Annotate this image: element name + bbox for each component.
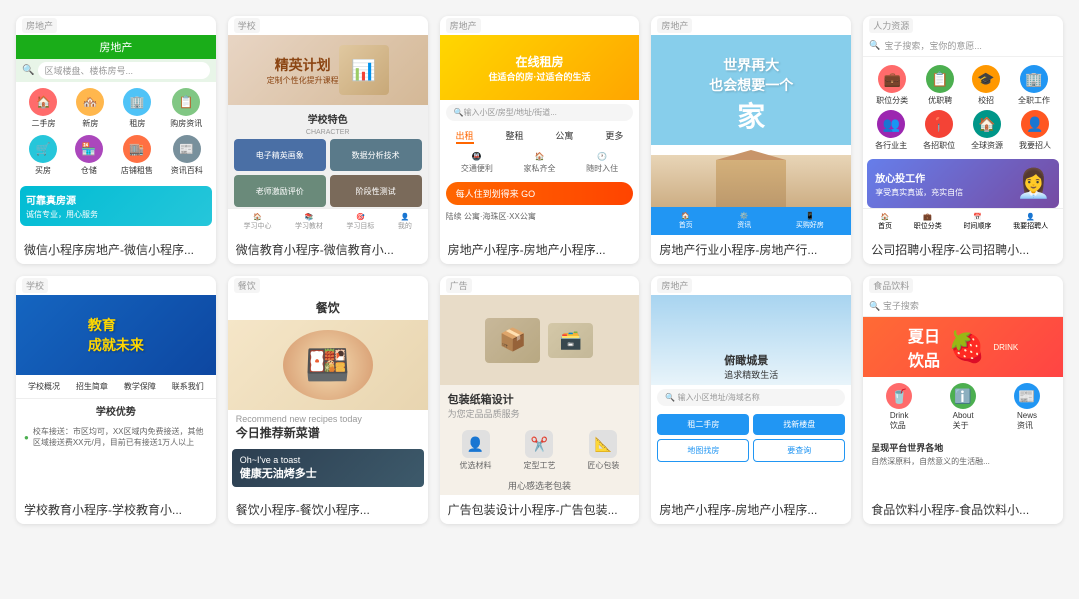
card-tag-4: 房地产: [651, 16, 851, 35]
card2-label: 微信教育小程序-微信教育小...: [228, 235, 428, 264]
app3-tabs: 出租 整租 公寓 更多: [440, 125, 640, 148]
app6-hero: 教育成就未来: [16, 295, 216, 375]
app10-hero: 夏日饮品 🍓 DRINK: [863, 317, 1063, 377]
app5-banner: 放心投工作 享受真实真诚，充实自信 👩‍💼: [867, 159, 1059, 208]
card5-label: 公司招聘小程序-公司招聘小...: [863, 235, 1063, 264]
app3-search: 🔍 输入小区/房型/地址/街道...: [446, 104, 634, 121]
app1-icon-info: 📋: [172, 88, 200, 116]
app9-btns: 租二手房 找新楼盘: [651, 410, 851, 439]
app5-icons2: 👥 各行业主 📍 各招职位 🏠 全球资源 👤 我要招人: [863, 110, 1063, 155]
card-tag-1: 房地产: [16, 16, 216, 35]
card-food-drink-1[interactable]: 食品饮料 🔍 宝子搜索 夏日饮品 🍓 DRINK 🥤 Drink饮品 ℹ️ Ab…: [863, 276, 1063, 524]
app1-icon-news: 📰: [173, 135, 201, 163]
app7-toast: Oh~I've a toast 健康无油烤多士: [232, 449, 424, 487]
app5-header: 🔍 宝子搜索，宝你的意愿...: [863, 35, 1063, 57]
app3-hero: 在线租房 住适合的房·过适合的生活: [440, 35, 640, 100]
card-hr-1[interactable]: 人力资源 🔍 宝子搜索，宝你的意愿... 💼 职位分类 📋 优职聘 🎓 校招: [863, 16, 1063, 264]
card-tag-2: 学校: [228, 16, 428, 35]
app3-features: 🚇交通便利 🏠家私齐全 🕐随时入住: [440, 148, 640, 178]
app5-icons1: 💼 职位分类 📋 优职聘 🎓 校招 🏢 全职工作: [863, 57, 1063, 110]
app8-title: 包装纸箱设计为您定品品质服务: [440, 385, 640, 426]
app3-cta: 每人住到划得来 GO: [446, 182, 634, 205]
app1-icons2: 🛒 买房 🏪 仓储 🏬 店铺租售 📰 资讯百科: [16, 135, 216, 182]
app9-hero: 俯瞰城景追求精致生活: [651, 295, 851, 385]
app3-listings: 陆续 公寓·海珠区·XX公寓: [440, 209, 640, 224]
app6-adv: ● 校车接送：市区均可，XX区域内免费接送，其他区域接送费XX元/月，目前已有接…: [16, 422, 216, 452]
app1-icon-buy: 🛒: [29, 135, 57, 163]
app1-icon-new: 🏘️: [76, 88, 104, 116]
card8-label: 广告包装设计小程序-广告包装...: [440, 495, 640, 524]
app4-bottom-nav: 🏠首页 ⚙️资讯 📱买购好房: [651, 207, 851, 235]
card9-label: 房地产小程序-房地产小程序...: [651, 495, 851, 524]
card7-label: 餐饮小程序-餐饮小程序...: [228, 495, 428, 524]
card-tag-7: 餐饮: [228, 276, 428, 295]
app6-section: 学校优势: [16, 399, 216, 422]
card-tag-10: 食品饮料: [863, 276, 1063, 295]
app9-btns2: 地图找房 要查询: [651, 439, 851, 466]
app10-icons: 🥤 Drink饮品 ℹ️ About关于 📰 News资讯: [863, 377, 1063, 437]
search-icon: 🔍: [22, 65, 34, 76]
app1-banner: 可靠真房源 诚信专业，用心服务: [20, 186, 212, 226]
app1-header: 房地产: [16, 35, 216, 59]
search-icon-app3: 🔍: [454, 108, 464, 117]
app4-sky: 世界再大 也会想要一个 家: [651, 35, 851, 155]
card-tag-8: 广告: [440, 276, 640, 295]
app8-hero: 📦 🗃️: [440, 295, 640, 385]
card-school-2[interactable]: 学校 教育成就未来 学校概况 招生简章 教学保障 联系我们 学校优势 ● 校车接…: [16, 276, 216, 524]
card-real-estate-4[interactable]: 房地产 俯瞰城景追求精致生活 🔍 输入小区地址/海域名称 租二手房 找新楼盘 地…: [651, 276, 851, 524]
app7-recommend: Recommend new recipes today 今日推荐新菜谱: [228, 410, 428, 445]
app9-search: 🔍 输入小区地址/海域名称: [657, 389, 845, 406]
app10-section: 呈现平台世界各地 自然深原料，自然意义的生活融...: [863, 437, 1063, 471]
card-real-estate-3[interactable]: 房地产 世界再大 也会想要一个 家 精品楼盘 小区 车库 🏠首: [651, 16, 851, 264]
card6-label: 学校教育小程序-学校教育小...: [16, 495, 216, 524]
card-ad-1[interactable]: 广告 📦 🗃️ 包装纸箱设计为您定品品质服务 👤 优选材料 ✂️ 定型工艺 📐: [440, 276, 640, 524]
search-icon-app5: 🔍: [869, 40, 880, 51]
card-school-1[interactable]: 学校 精英计划 定制个性化提升课程 📊 学校特色CHARACTER 电子精英画象…: [228, 16, 428, 264]
card-real-estate-2[interactable]: 房地产 在线租房 住适合的房·过适合的生活 🔍 输入小区/房型/地址/街道...…: [440, 16, 640, 264]
app1-icon-rent: 🏢: [123, 88, 151, 116]
app1-search: 🔍 区域楼盘、楼栋房号...: [16, 59, 216, 82]
card-tag-9: 房地产: [651, 276, 851, 295]
app6-tabs: 学校概况 招生简章 教学保障 联系我们: [16, 375, 216, 399]
card-grid: 房地产 房地产 🔍 区域楼盘、楼栋房号... 🏠 二手房 🏘️ 新房 🏢 租: [16, 16, 1063, 524]
app1-icon-shop: 🏬: [123, 135, 151, 163]
card3-label: 房地产小程序-房地产小程序...: [440, 235, 640, 264]
app2-top-banner: 精英计划 定制个性化提升课程 📊: [228, 35, 428, 105]
card-tag-3: 房地产: [440, 16, 640, 35]
app7-food-img: 🍱: [228, 320, 428, 410]
card-tag-5: 人力资源: [863, 16, 1063, 35]
card10-label: 食品饮料小程序-食品饮料小...: [863, 495, 1063, 524]
card1-label: 微信小程序房地产-微信小程序...: [16, 235, 216, 264]
card-food-1[interactable]: 餐饮 餐饮 🍱 Recommend new recipes today 今日推荐…: [228, 276, 428, 524]
card-real-estate-1[interactable]: 房地产 房地产 🔍 区域楼盘、楼栋房号... 🏠 二手房 🏘️ 新房 🏢 租: [16, 16, 216, 264]
app2-features: 电子精英画象 数据分析技术 老师激励评价 阶段性测试: [228, 139, 428, 207]
app10-header: 🔍 宝子搜索: [863, 295, 1063, 317]
app2-bottom-nav: 🏠学习中心 📚学习教材 🎯学习目标 👤我的: [228, 208, 428, 235]
app8-subtitle: 用心感选老包装: [440, 475, 640, 495]
app5-bottom-nav: 🏠首页 💼职位分类 📅时间顺序 👤我要招聘人: [863, 208, 1063, 235]
app1-icon-house: 🏠: [29, 88, 57, 116]
app1-icon-store: 🏪: [75, 135, 103, 163]
app1-icons: 🏠 二手房 🏘️ 新房 🏢 租房 📋 购房资讯: [16, 82, 216, 135]
app8-icons: 👤 优选材料 ✂️ 定型工艺 📐 匠心包装: [440, 426, 640, 475]
app7-header: 餐饮: [228, 295, 428, 320]
card-tag-6: 学校: [16, 276, 216, 295]
app4-house: [651, 155, 851, 215]
card4-label: 房地产行业小程序-房地产行...: [651, 235, 851, 264]
